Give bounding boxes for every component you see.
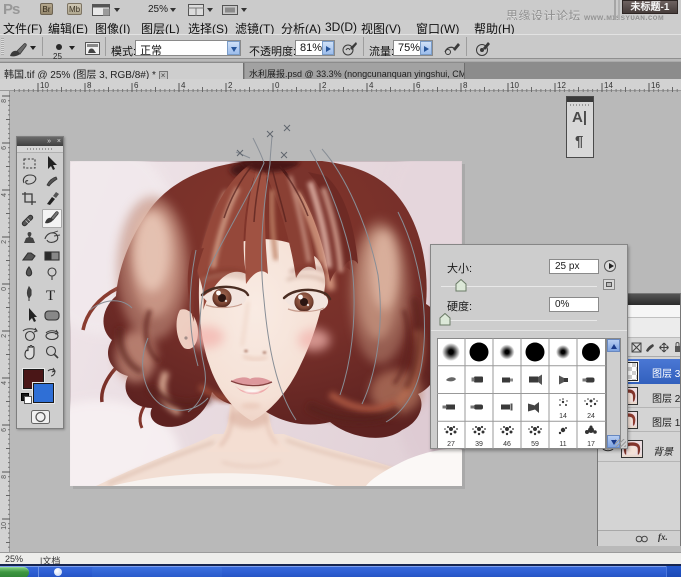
svg-text:6: 6 <box>1 428 8 432</box>
svg-text:27: 27 <box>447 441 455 448</box>
svg-text:10: 10 <box>510 81 519 90</box>
svg-text:6: 6 <box>134 81 139 90</box>
svg-text:4: 4 <box>369 81 374 90</box>
svg-text:0: 0 <box>275 81 280 90</box>
svg-text:24: 24 <box>587 413 595 420</box>
svg-text:16: 16 <box>651 81 660 90</box>
svg-text:4: 4 <box>1 193 8 197</box>
svg-text:46: 46 <box>503 441 511 448</box>
svg-text:11: 11 <box>559 441 566 448</box>
svg-text:14: 14 <box>559 413 567 420</box>
svg-text:14: 14 <box>604 81 613 90</box>
svg-text:8: 8 <box>1 475 8 479</box>
svg-text:T: T <box>46 288 55 304</box>
svg-text:59: 59 <box>531 441 539 448</box>
svg-text:0: 0 <box>1 287 8 291</box>
svg-text:10: 10 <box>1 522 8 530</box>
svg-text:4: 4 <box>1 381 8 385</box>
svg-text:6: 6 <box>1 146 8 150</box>
svg-text:6: 6 <box>416 81 421 90</box>
svg-text:39: 39 <box>475 441 483 448</box>
svg-text:8: 8 <box>87 81 92 90</box>
svg-text:12: 12 <box>557 81 566 90</box>
svg-text:2: 2 <box>1 240 8 244</box>
svg-text:4: 4 <box>181 81 186 90</box>
svg-text:2: 2 <box>1 334 8 338</box>
svg-text:8: 8 <box>463 81 468 90</box>
svg-text:2: 2 <box>228 81 233 90</box>
svg-text:8: 8 <box>1 99 8 103</box>
svg-text:10: 10 <box>40 81 49 90</box>
svg-text:2: 2 <box>322 81 327 90</box>
svg-text:17: 17 <box>587 441 595 448</box>
